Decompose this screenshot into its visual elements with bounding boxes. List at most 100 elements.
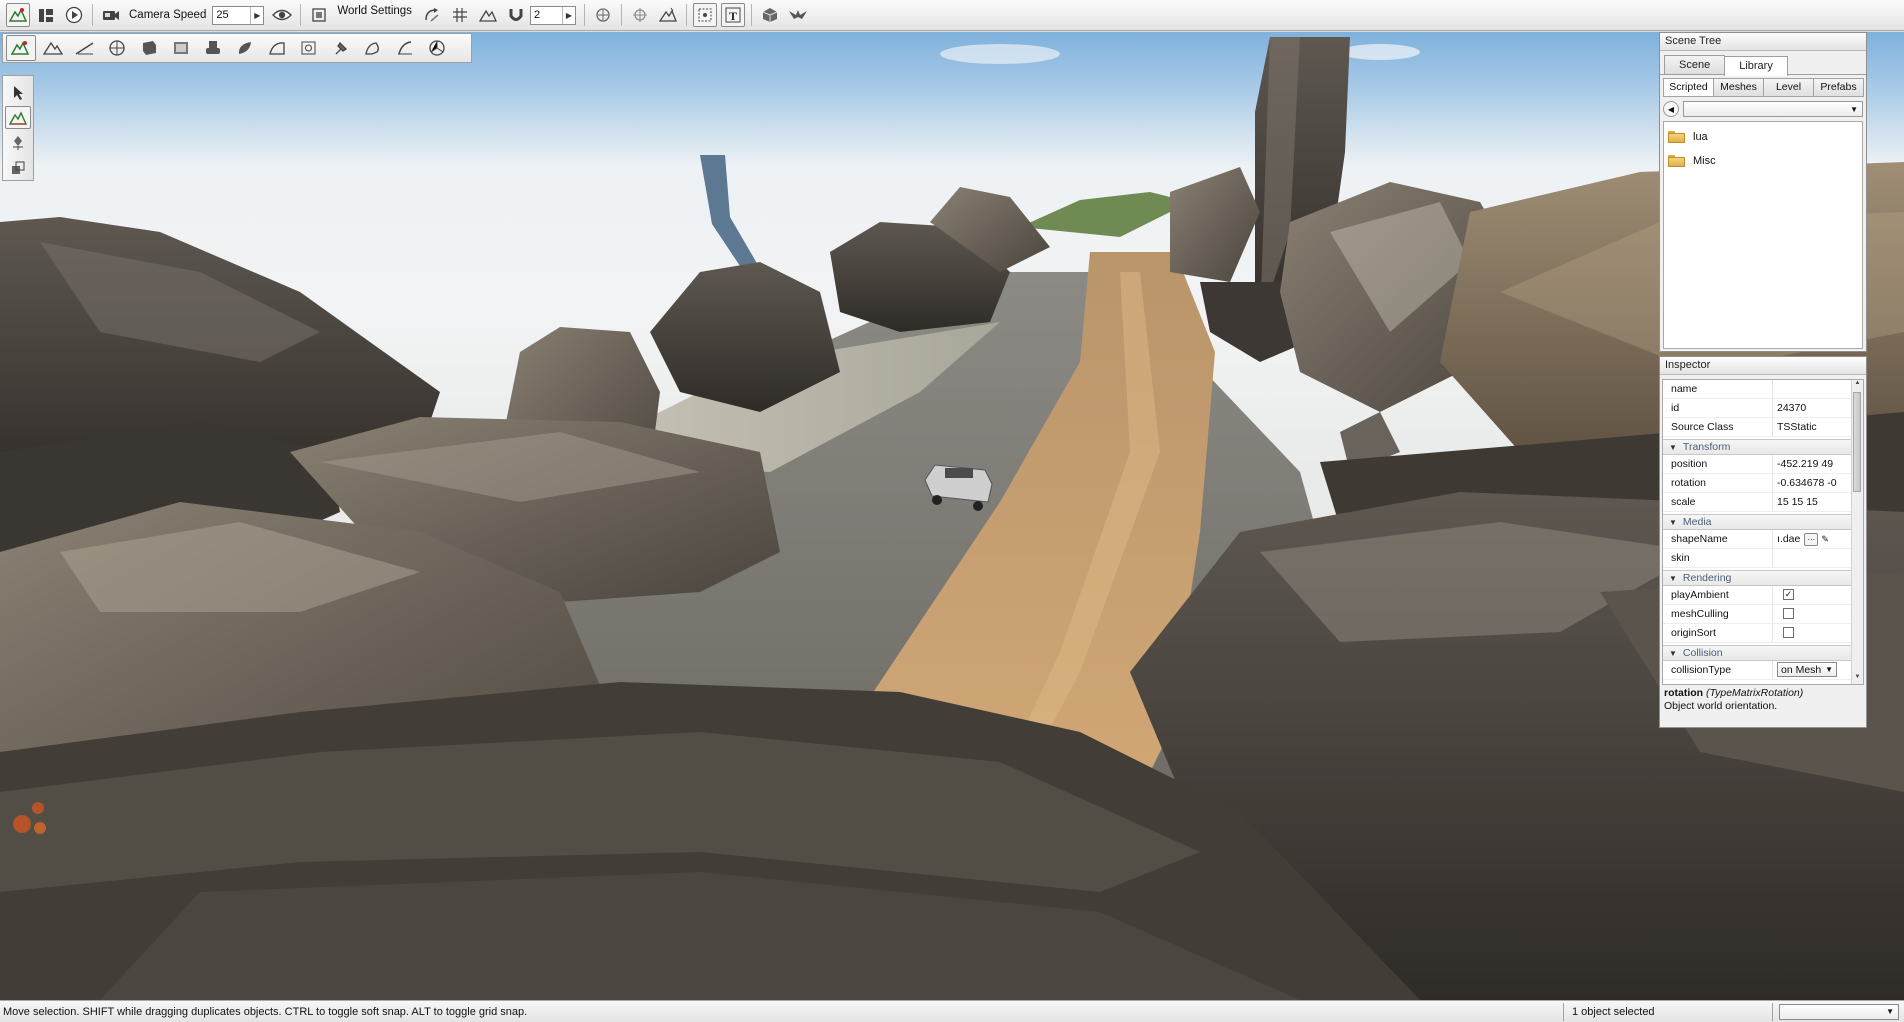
- text-label-icon[interactable]: T: [720, 3, 745, 27]
- select-arrow-icon[interactable]: [5, 81, 31, 104]
- status-message: Move selection. SHIFT while dragging dup…: [3, 1005, 528, 1018]
- property-row: rotation -0.634678 -0: [1663, 474, 1863, 493]
- scroll-up-icon[interactable]: ▲: [1852, 380, 1863, 390]
- property-key: collisionType: [1663, 661, 1773, 679]
- collapse-triangle-icon[interactable]: ▼: [1669, 649, 1677, 658]
- grid-snap-icon[interactable]: [448, 3, 472, 27]
- snap-rotate-icon[interactable]: [420, 3, 444, 27]
- pin-icon[interactable]: [326, 35, 356, 61]
- source-class-value: TSStatic: [1777, 421, 1817, 433]
- description-field-type: (TypeMatrixRotation): [1706, 687, 1804, 699]
- object-snap-icon[interactable]: [591, 3, 615, 27]
- shape-name-field[interactable]: ı.dae: [1777, 530, 1800, 548]
- noise-terrain-icon[interactable]: [102, 35, 132, 61]
- terrain-paint-icon[interactable]: [6, 35, 36, 61]
- flatten-terrain-icon[interactable]: [134, 35, 164, 61]
- rotation-field[interactable]: -0.634678 -0: [1773, 474, 1863, 492]
- subtab-prefabs[interactable]: Prefabs: [1813, 78, 1864, 97]
- subtab-scripted[interactable]: Scripted: [1663, 78, 1714, 97]
- play-icon[interactable]: [62, 3, 86, 27]
- brush-size-icon[interactable]: [294, 35, 324, 61]
- library-path-dropdown[interactable]: ▼: [1683, 101, 1863, 117]
- position-field[interactable]: -452.219 49: [1773, 455, 1863, 473]
- raise-terrain-icon[interactable]: [38, 35, 68, 61]
- selection-box-icon[interactable]: [692, 3, 717, 27]
- subtab-level[interactable]: Level: [1763, 78, 1814, 97]
- collision-type-dropdown[interactable]: on Mesh ▼: [1777, 662, 1837, 677]
- terrain-editor-icon[interactable]: [6, 3, 30, 27]
- snap-magnet-icon[interactable]: [504, 3, 528, 27]
- collapse-triangle-icon[interactable]: ▼: [1669, 518, 1677, 527]
- property-row: Source Class TSStatic: [1663, 418, 1863, 437]
- collapse-triangle-icon[interactable]: ▼: [1669, 574, 1677, 583]
- browse-button[interactable]: …: [1804, 532, 1819, 546]
- move-tool-icon[interactable]: [5, 106, 31, 129]
- tab-library[interactable]: Library: [1724, 56, 1788, 76]
- folder-icon: [1668, 155, 1685, 167]
- clear-terrain-icon[interactable]: [198, 35, 228, 61]
- status-dropdown[interactable]: ▼: [1779, 1003, 1899, 1020]
- scene-render[interactable]: [0, 32, 1904, 1000]
- section-transform[interactable]: ▼ Transform: [1663, 439, 1863, 455]
- property-row: id 24370: [1663, 399, 1863, 418]
- world-settings-label[interactable]: World Settings: [337, 5, 412, 17]
- erode-terrain-icon[interactable]: [230, 35, 260, 61]
- visibility-icon[interactable]: [270, 3, 294, 27]
- property-description: rotation (TypeMatrixRotation) Object wor…: [1660, 685, 1866, 715]
- inspector-scrollbar[interactable]: ▲ ▼: [1851, 380, 1863, 684]
- section-collision[interactable]: ▼ Collision: [1663, 645, 1863, 661]
- tab-scene[interactable]: Scene: [1664, 55, 1726, 74]
- inspector-title: Inspector: [1660, 357, 1866, 375]
- status-bar: Move selection. SHIFT while dragging dup…: [0, 1000, 1904, 1022]
- road-icon[interactable]: [390, 35, 420, 61]
- collapse-triangle-icon[interactable]: ▼: [1669, 443, 1677, 452]
- prefab-icon[interactable]: [758, 3, 782, 27]
- spinner-arrow-icon[interactable]: ▶: [250, 6, 263, 24]
- edit-icon[interactable]: ✎: [1821, 530, 1829, 548]
- name-field[interactable]: [1773, 380, 1863, 398]
- toolbar-separator: [620, 4, 622, 26]
- scrollbar-thumb[interactable]: [1853, 392, 1861, 492]
- slope-terrain-icon[interactable]: [262, 35, 292, 61]
- tree-paint-icon[interactable]: [358, 35, 388, 61]
- property-row: originSort: [1663, 624, 1863, 643]
- toolbar-separator: [92, 4, 93, 26]
- subtab-meshes[interactable]: Meshes: [1713, 78, 1764, 97]
- checkbox-cell: [1773, 605, 1863, 623]
- back-arrow-icon[interactable]: ◀: [1663, 101, 1679, 117]
- fit-view-icon[interactable]: [307, 3, 331, 27]
- scroll-down-icon[interactable]: ▼: [1852, 674, 1863, 684]
- section-label: Rendering: [1682, 572, 1732, 584]
- snap-size-value[interactable]: 2: [534, 9, 540, 21]
- skin-field[interactable]: [1773, 549, 1863, 567]
- heightmap-icon[interactable]: [166, 35, 196, 61]
- origin-sort-checkbox[interactable]: [1783, 627, 1794, 638]
- camera-speed-value[interactable]: 25: [216, 9, 228, 21]
- river-icon[interactable]: [422, 35, 452, 61]
- terrain-align-icon[interactable]: [656, 3, 680, 27]
- bird-icon[interactable]: [786, 3, 810, 27]
- terrain-snap-icon[interactable]: [476, 3, 500, 27]
- spinner-arrow-icon[interactable]: ▶: [561, 6, 575, 24]
- scale-tool-icon[interactable]: [5, 156, 31, 179]
- property-key: Source Class: [1663, 418, 1773, 436]
- snap-size-spinner[interactable]: 2 ▶: [529, 5, 576, 25]
- rotate-tool-icon[interactable]: [5, 131, 31, 154]
- property-key: position: [1663, 455, 1773, 473]
- checkbox-cell: [1773, 624, 1863, 642]
- section-rendering[interactable]: ▼ Rendering: [1663, 570, 1863, 586]
- tree-item-misc[interactable]: Misc: [1664, 149, 1862, 173]
- tree-item-lua[interactable]: lua: [1664, 125, 1862, 149]
- smooth-terrain-icon[interactable]: [70, 35, 100, 61]
- camera-speed-spinner[interactable]: 25 ▶: [212, 5, 265, 25]
- 3d-viewport[interactable]: [0, 32, 1904, 1000]
- property-row: playAmbient ✓: [1663, 586, 1863, 605]
- mesh-culling-checkbox[interactable]: [1783, 608, 1794, 619]
- play-ambient-checkbox[interactable]: ✓: [1783, 589, 1794, 600]
- camera-icon[interactable]: [99, 3, 123, 27]
- scene-view-icon[interactable]: [34, 3, 58, 27]
- section-label: Media: [1682, 516, 1712, 528]
- section-media[interactable]: ▼ Media: [1663, 514, 1863, 530]
- bounds-snap-icon[interactable]: [628, 3, 652, 27]
- scale-field[interactable]: 15 15 15: [1773, 493, 1863, 511]
